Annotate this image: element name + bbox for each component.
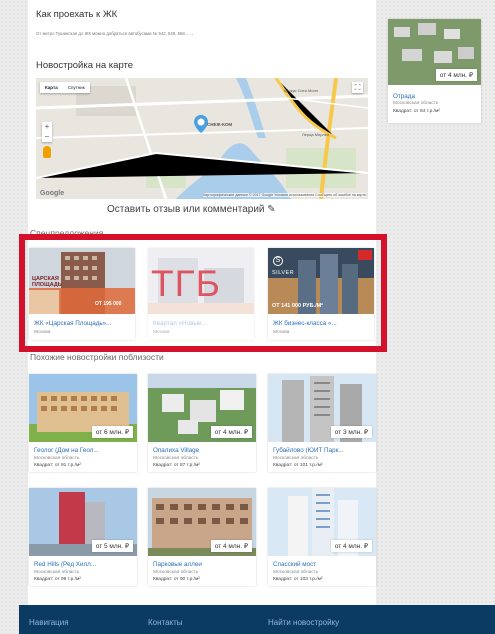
similar-card-image[interactable]: от 4 млн. ₽ xyxy=(148,488,256,556)
side-card[interactable]: от 4 млн. ₽ Отрада Московская область Кв… xyxy=(388,19,481,123)
tgb-overlay-label: ТГБ xyxy=(151,263,221,304)
similar-card-image[interactable]: от 4 млн. ₽ xyxy=(148,374,256,442)
similar-card-price: Квадрат: от 90 т.р./м² xyxy=(153,577,200,582)
street-view-pegman-icon[interactable] xyxy=(43,146,51,158)
fullscreen-icon[interactable]: ⛶ xyxy=(352,82,363,93)
similar-card-region: Московская область xyxy=(273,570,319,575)
price-tag: от 4 млн. ₽ xyxy=(210,540,252,552)
map-roads xyxy=(36,78,368,199)
map-title: Новостройка на карте xyxy=(36,60,134,71)
how-to-get-title: Как проехать к ЖК xyxy=(36,9,118,20)
similar-card-image[interactable]: от 5 млн. ₽ xyxy=(29,488,137,556)
map-attribution[interactable]: Картографические данные © 2017 Google Ус… xyxy=(203,193,366,197)
side-card-price: Квадрат: от 84 т.р./м² xyxy=(393,109,440,114)
zoom-out-icon[interactable]: − xyxy=(42,132,52,142)
similar-card-image[interactable]: от 6 млн. ₽ xyxy=(29,374,137,442)
zoom-in-icon[interactable]: + xyxy=(42,122,52,132)
similar-card-image[interactable]: от 3 млн. ₽ xyxy=(268,374,376,442)
similar-card-price: Квадрат: от 103 т.р./м² xyxy=(273,577,323,582)
how-to-get-text: От метро Тушинская до ЖК можно добраться… xyxy=(36,31,194,36)
similar-card-region: Московская область xyxy=(153,570,199,575)
footer-nav-find[interactable]: Найти новостройку xyxy=(268,618,339,627)
map-label: Крокус Сити Молл xyxy=(284,88,319,93)
similar-card-price: Квадрат: от 91 т.р./м² xyxy=(34,463,81,468)
similar-card-price: Квадрат: от 87 т.р./м² xyxy=(153,463,200,468)
leave-review-link[interactable]: Оставить отзыв или комментарий ✎ xyxy=(107,204,276,215)
similar-card[interactable]: от 4 млн. ₽ Парковые аллеи Московская об… xyxy=(148,488,256,586)
similar-card-region: Московская область xyxy=(273,456,319,461)
price-tag: от 4 млн. ₽ xyxy=(330,540,372,552)
similar-card-price: Квадрат: от 99 т.р./м² xyxy=(34,577,81,582)
similar-card-region: Московская область xyxy=(34,570,80,575)
similar-card[interactable]: от 6 млн. ₽ Геолог (Дом на Геол... Моско… xyxy=(29,374,137,472)
price-tag: от 3 млн. ₽ xyxy=(330,426,372,438)
map-pin-icon[interactable] xyxy=(194,115,208,133)
similar-card-name[interactable]: Red Hills (Ред Хилл... xyxy=(34,561,134,568)
similar-card[interactable]: от 5 млн. ₽ Red Hills (Ред Хилл... Моско… xyxy=(29,488,137,586)
map-label: Лерца Мерлен xyxy=(302,132,330,137)
side-card-name[interactable]: Отрада xyxy=(393,93,478,100)
similar-card-region: Московская область xyxy=(153,456,199,461)
similar-card-image[interactable]: от 4 млн. ₽ xyxy=(268,488,376,556)
footer: Навигация Контакты Найти новостройку xyxy=(19,605,495,634)
footer-nav-navigation[interactable]: Навигация xyxy=(29,618,69,627)
price-tag: от 6 млн. ₽ xyxy=(91,426,133,438)
similar-card-name[interactable]: Опалиха Village xyxy=(153,447,253,454)
side-card-region: Московская область xyxy=(393,101,439,106)
map-type-map[interactable]: Карта xyxy=(40,82,63,93)
map-type-satellite[interactable]: Спутник xyxy=(63,82,90,93)
similar-card-price: Квадрат: от 101 т.р./м² xyxy=(273,463,323,468)
price-tag: от 5 млн. ₽ xyxy=(91,540,133,552)
footer-nav-contacts[interactable]: Контакты xyxy=(148,618,183,627)
price-tag: от 4 млн. ₽ xyxy=(210,426,252,438)
map-zoom-control[interactable]: + − xyxy=(42,122,52,142)
google-logo: Google xyxy=(40,190,65,197)
map[interactable]: Карта Спутник + − ⛶ СНЕЖ-КОМ Крокус Сити… xyxy=(36,78,368,199)
map-pin-label: СНЕЖ-КОМ xyxy=(207,122,233,127)
similar-card-name[interactable]: Спасский мост xyxy=(273,561,373,568)
similar-card[interactable]: от 4 млн. ₽ Опалиха Village Московская о… xyxy=(148,374,256,472)
similar-title: Похожие новостройки поблизости xyxy=(30,352,164,362)
similar-card-region: Московская область xyxy=(34,456,80,461)
side-card-image[interactable]: от 4 млн. ₽ xyxy=(388,19,481,85)
similar-card[interactable]: от 4 млн. ₽ Спасский мост Московская обл… xyxy=(268,488,376,586)
map-type-switch[interactable]: Карта Спутник xyxy=(40,82,90,93)
similar-card-name[interactable]: Геолог (Дом на Геол... xyxy=(34,447,134,454)
similar-card-name[interactable]: Парковые аллеи xyxy=(153,561,253,568)
similar-card[interactable]: от 3 млн. ₽ Губайлово (ЮИТ Парк... Моско… xyxy=(268,374,376,472)
price-tag: от 4 млн. ₽ xyxy=(435,69,477,81)
similar-card-name[interactable]: Губайлово (ЮИТ Парк... xyxy=(273,447,373,454)
